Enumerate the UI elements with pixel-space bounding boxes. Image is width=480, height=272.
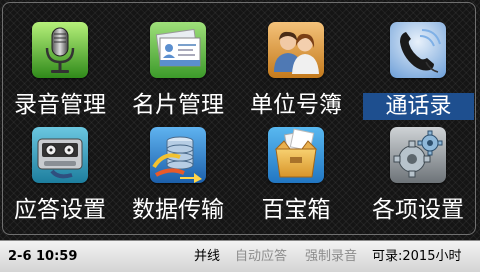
menu-item-label: 数据传输	[132, 197, 224, 223]
menu-item-business-card-management[interactable]: 名片管理	[118, 22, 238, 140]
menu-item-label: 各项设置	[372, 197, 464, 223]
status-recordable-time: 可录:2015小时	[372, 249, 462, 264]
status-line-parallel: 并线	[194, 249, 221, 264]
menu-item-recording-management[interactable]: 录音管理	[0, 22, 120, 140]
contacts-icon	[268, 22, 324, 78]
menu-item-general-settings[interactable]: 各项设置	[358, 127, 478, 245]
phone-handset-icon	[390, 22, 446, 78]
menu-item-toolbox[interactable]: 百宝箱	[236, 127, 356, 245]
menu-item-label: 百宝箱	[261, 197, 331, 223]
menu-item-call-log[interactable]: 通话录	[358, 22, 478, 140]
menu-item-answer-settings[interactable]: 应答设置	[0, 127, 120, 245]
business-cards-icon	[150, 22, 206, 78]
status-auto-answer: 自动应答	[235, 249, 288, 264]
menu-item-data-transfer[interactable]: 数据传输	[118, 127, 238, 245]
menu-item-label: 名片管理	[132, 92, 224, 118]
menu-item-label: 应答设置	[14, 197, 106, 223]
menu-item-unit-directory[interactable]: 单位号簿	[236, 22, 356, 140]
settings-gears-icon	[390, 127, 446, 183]
main-menu-screen: 录音管理 名片管理 单位号簿 通话录 应答设置 数据传输 百宝箱 各项设置 2-…	[0, 0, 480, 272]
status-datetime: 2-6 10:59	[8, 249, 78, 264]
answering-machine-icon	[32, 127, 88, 183]
toolbox-icon	[268, 127, 324, 183]
menu-item-label: 单位号簿	[250, 92, 342, 118]
status-force-record: 强制录音	[305, 249, 358, 264]
status-bar: 2-6 10:59 并线 自动应答 强制录音 可录:2015小时	[0, 240, 480, 272]
data-transfer-icon	[150, 127, 206, 183]
menu-item-label: 通话录	[363, 93, 474, 120]
microphone-icon	[32, 22, 88, 78]
menu-item-label: 录音管理	[14, 92, 106, 118]
